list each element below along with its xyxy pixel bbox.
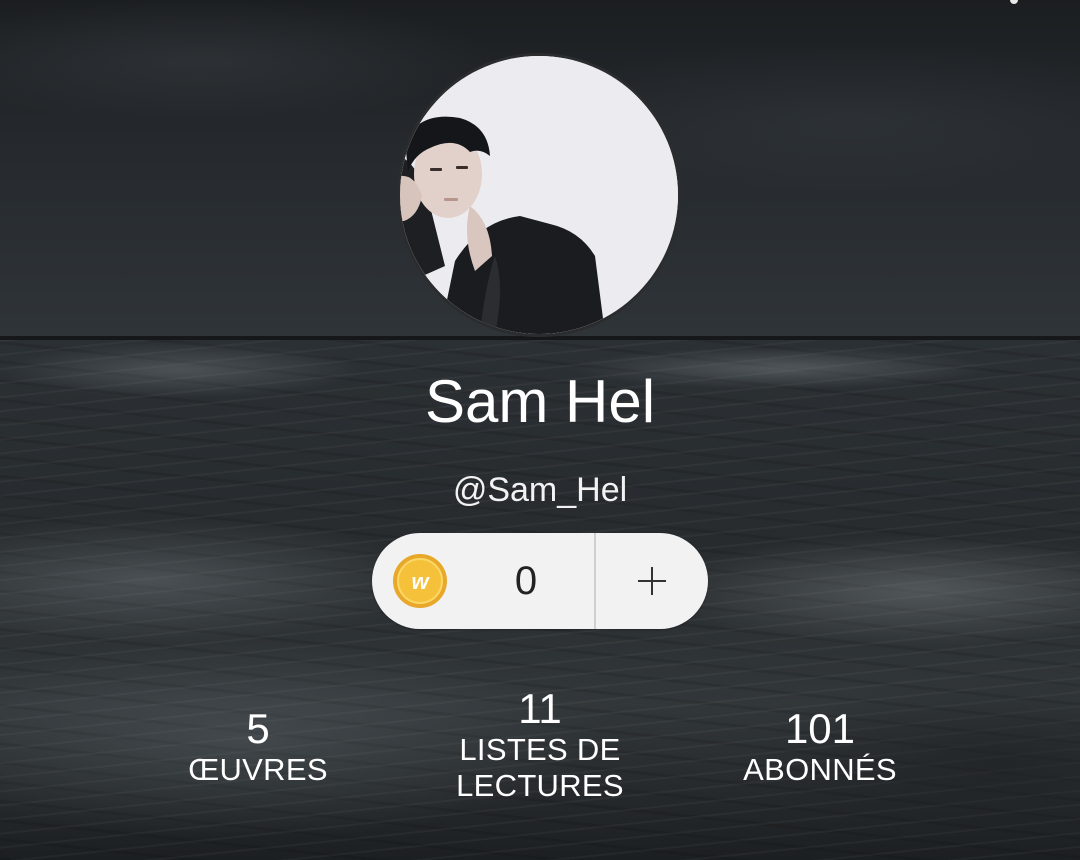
- plus-icon: [638, 567, 666, 595]
- username: @Sam_Hel: [452, 471, 628, 509]
- stat-reading-lists-label-line2: LECTURES: [456, 768, 624, 803]
- stat-works-value: 5: [246, 705, 270, 752]
- stat-works[interactable]: 5 ŒUVRES: [158, 706, 358, 788]
- stat-followers[interactable]: 101 ABONNÉS: [720, 706, 920, 788]
- stat-reading-lists-label-line1: LISTES DE: [459, 732, 621, 767]
- stat-reading-lists[interactable]: 11 LISTES DE LECTURES: [420, 686, 660, 804]
- avatar[interactable]: [400, 56, 678, 334]
- stat-reading-lists-value: 11: [518, 685, 562, 732]
- avatar-photo: [400, 56, 678, 334]
- stat-followers-label: ABONNÉS: [743, 752, 897, 787]
- coin-balance-value: 0: [514, 559, 538, 603]
- stat-followers-value: 101: [784, 705, 856, 752]
- wattpad-coin-icon: w: [392, 553, 448, 609]
- coin-letter: w: [411, 569, 430, 594]
- add-coins-button[interactable]: [596, 533, 708, 629]
- display-name: Sam Hel: [424, 368, 656, 435]
- stat-works-label: ŒUVRES: [188, 752, 328, 787]
- coin-balance-pill: w 0: [372, 533, 708, 629]
